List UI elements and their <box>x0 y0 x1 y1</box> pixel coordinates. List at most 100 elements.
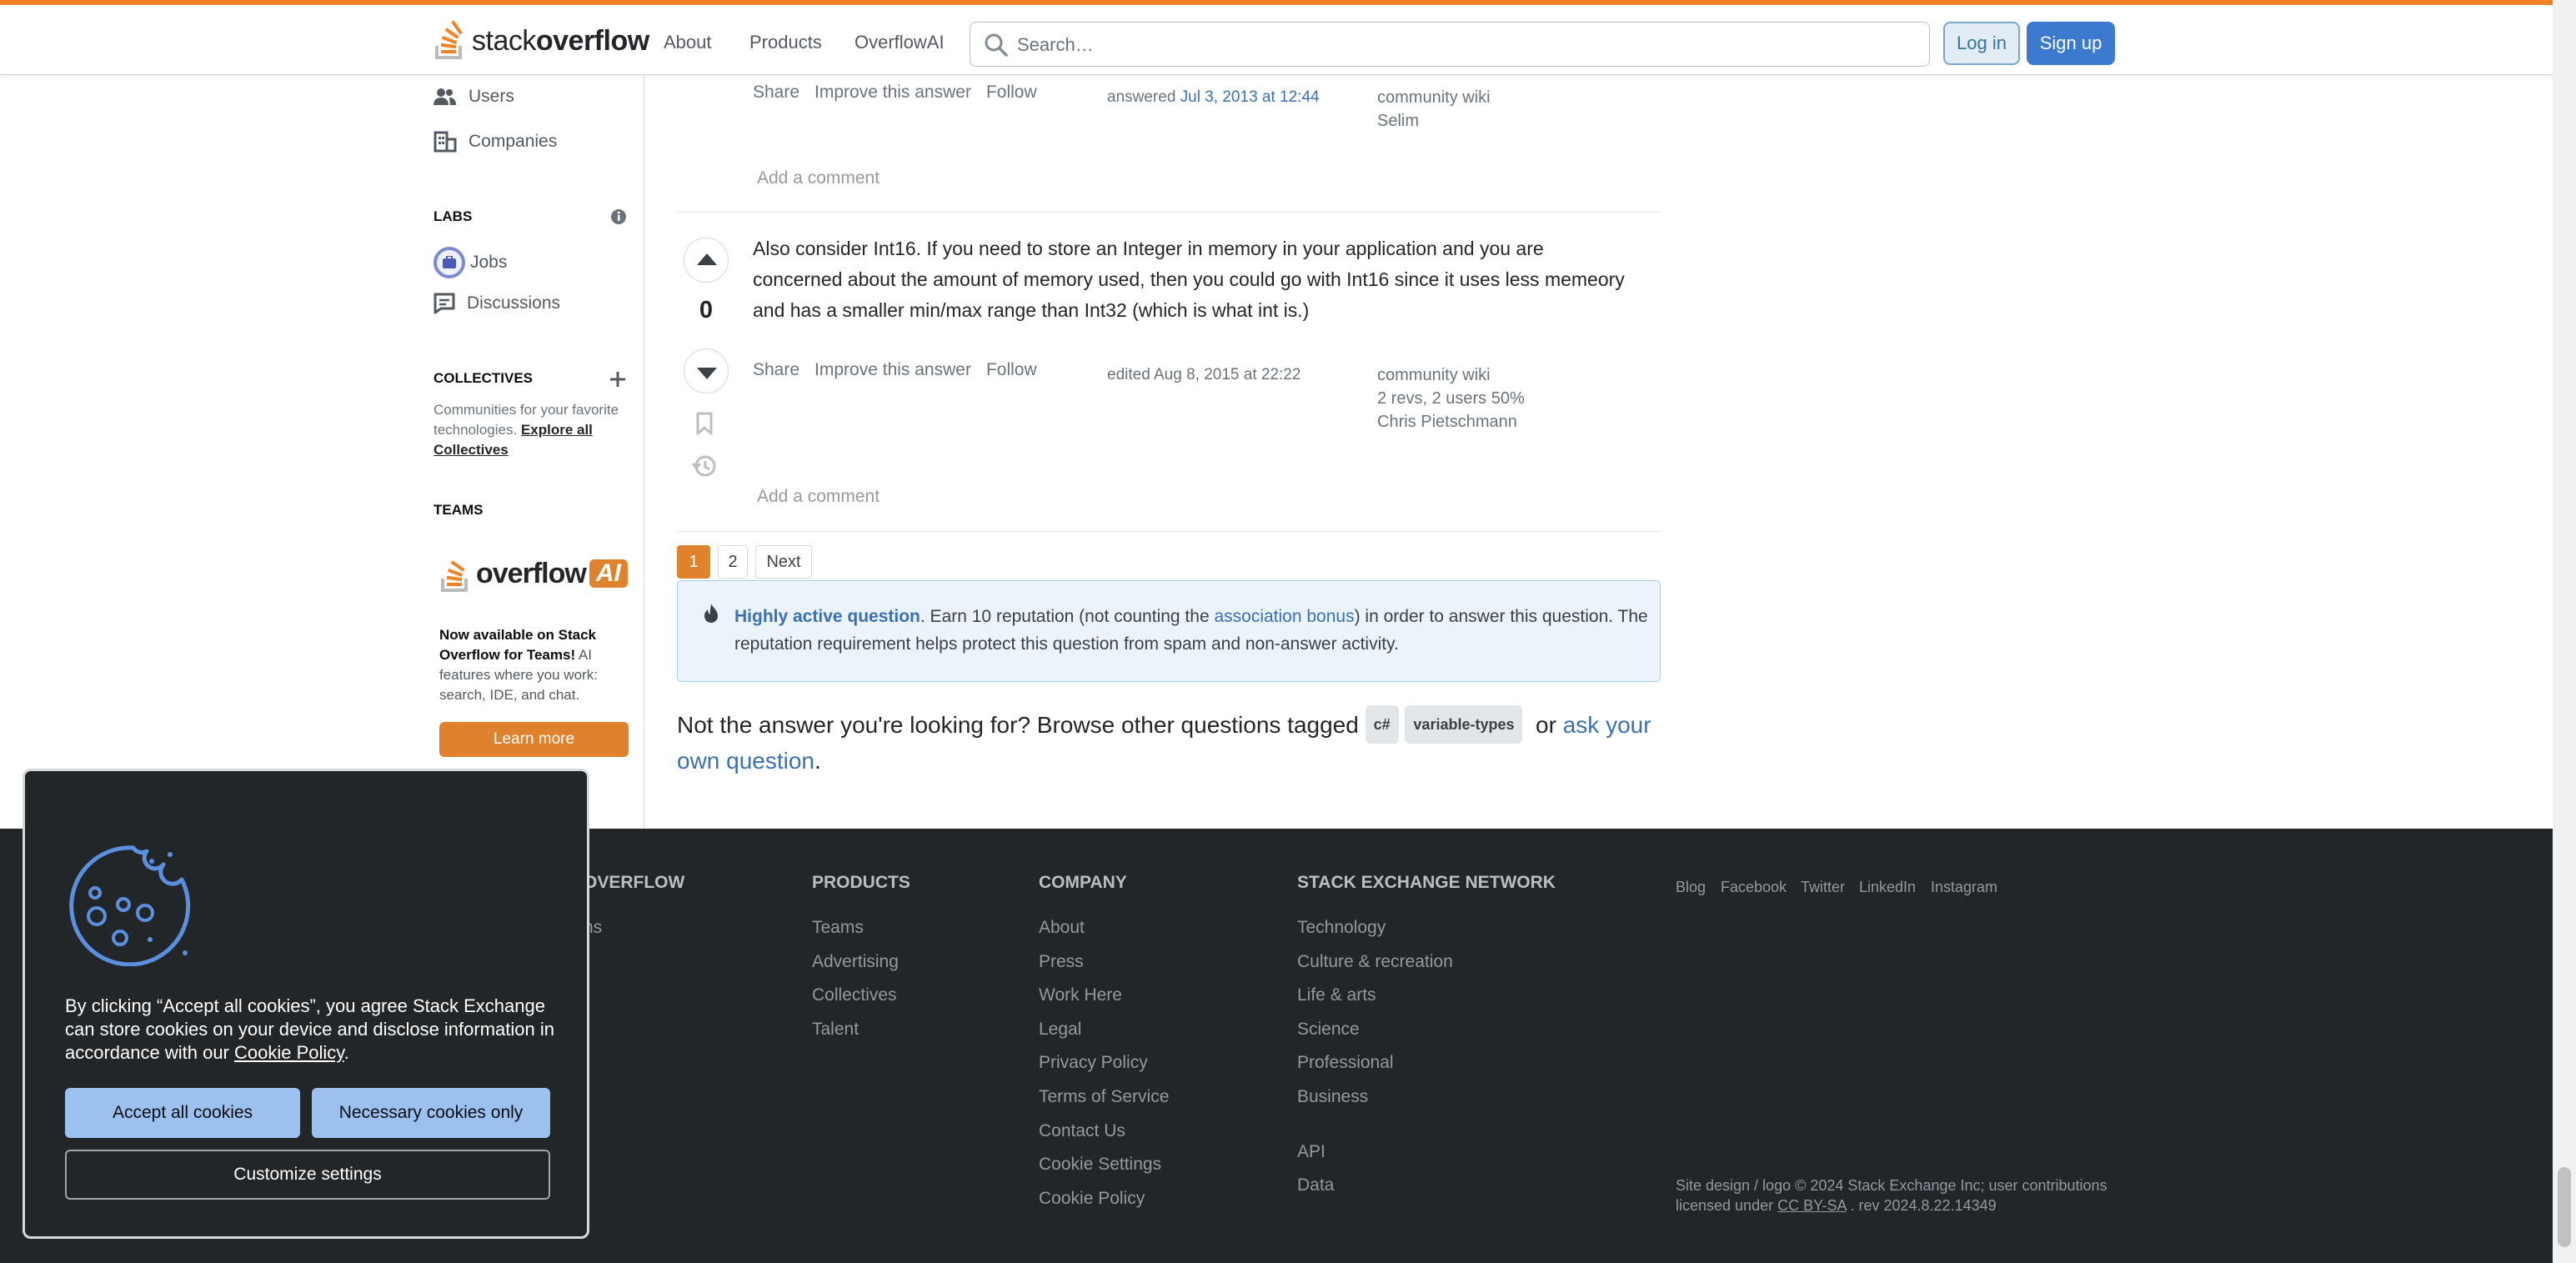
stack-logo-icon <box>441 560 468 592</box>
footer-link-data[interactable]: Data <box>1297 1175 1334 1195</box>
footer-link-api[interactable]: API <box>1297 1142 1326 1162</box>
footer-social-blog[interactable]: Blog <box>1676 879 1706 896</box>
collectives-heading: COLLECTIVES <box>434 370 534 386</box>
improve-answer-link[interactable]: Improve this answer <box>814 83 971 103</box>
upvote-button[interactable] <box>684 238 729 283</box>
sidebar-item-companies[interactable]: Companies <box>434 131 557 153</box>
footer-link-life-arts[interactable]: Life & arts <box>1297 985 1376 1005</box>
sidebar-item-discussions[interactable]: Discussions <box>434 293 560 314</box>
footer-link-work-here[interactable]: Work Here <box>1039 985 1122 1005</box>
arrow-down-icon <box>697 368 717 379</box>
footer-link-professional[interactable]: Professional <box>1297 1053 1394 1073</box>
plus-icon[interactable] <box>609 370 627 388</box>
notice-text: Highly active question. Earn 10 reputati… <box>734 607 1648 654</box>
sidebar-item-label: Jobs <box>470 253 508 272</box>
footer-link-business[interactable]: Business <box>1297 1087 1368 1107</box>
page-1-button[interactable]: 1 <box>677 545 710 579</box>
nav-overflowai[interactable]: OverflowAI <box>854 32 945 53</box>
building-icon <box>434 131 457 153</box>
arrow-up-icon <box>697 253 717 265</box>
tag-variable-types[interactable]: variable-types <box>1405 705 1523 744</box>
teams-heading: TEAMS <box>434 502 484 518</box>
footer-link-press[interactable]: Press <box>1039 952 1084 972</box>
login-button[interactable]: Log in <box>1943 22 2020 65</box>
footer-social-linkedin[interactable]: LinkedIn <box>1859 879 1916 896</box>
logo-text: stackoverflow <box>472 24 649 57</box>
revisions-link[interactable]: 2 revs, 2 users 50% <box>1377 387 1525 410</box>
tag-csharp[interactable]: c# <box>1365 705 1399 744</box>
downvote-button[interactable] <box>684 348 729 393</box>
bookmark-icon[interactable] <box>696 412 713 435</box>
follow-link[interactable]: Follow <box>986 83 1037 103</box>
footer-stackoverflow-heading: OVERFLOW <box>584 873 685 892</box>
sidebar-item-label: Companies <box>469 132 558 151</box>
footer-link-about[interactable]: About <box>1039 918 1085 938</box>
users-icon <box>434 88 456 105</box>
info-icon[interactable] <box>610 208 627 225</box>
search-placeholder: Search… <box>1017 34 1094 55</box>
answered-date-link[interactable]: Jul 3, 2013 at 12:44 <box>1180 88 1320 106</box>
highly-active-link[interactable]: Highly active question <box>734 607 920 626</box>
license-link[interactable]: CC BY-SA <box>1777 1197 1846 1214</box>
footer-link-collectives[interactable]: Collectives <box>812 985 897 1005</box>
footer-link-technology[interactable]: Technology <box>1297 918 1386 938</box>
scrollbar-track[interactable] <box>2553 0 2576 1263</box>
answer2-wiki: community wiki <box>1377 366 1491 384</box>
footer-social-twitter[interactable]: Twitter <box>1801 879 1845 896</box>
add-comment-link[interactable]: Add a comment <box>757 168 880 188</box>
footer-link-advertising[interactable]: Advertising <box>812 952 899 972</box>
cookie-text: By clicking “Accept all cookies”, you ag… <box>65 995 554 1063</box>
share-link[interactable]: Share <box>753 83 799 103</box>
cookie-policy-link[interactable]: Cookie Policy <box>234 1042 344 1063</box>
answer2-body: Also consider Int16. If you need to stor… <box>753 238 1625 321</box>
footer-link-privacy[interactable]: Privacy Policy <box>1039 1053 1148 1073</box>
stackoverflow-logo[interactable]: stackoverflow <box>434 18 649 63</box>
answer2-author[interactable]: Chris Pietschmann <box>1377 410 1517 434</box>
association-bonus-link[interactable]: association bonus <box>1214 607 1354 626</box>
search-input[interactable]: Search… <box>970 22 1930 67</box>
follow-link[interactable]: Follow <box>986 360 1037 380</box>
footer-link-teams[interactable]: Teams <box>812 918 864 938</box>
footer-link-cookie-policy[interactable]: Cookie Policy <box>1039 1189 1145 1209</box>
footer-products-heading: PRODUCTS <box>812 873 910 892</box>
learn-more-button[interactable]: Learn more <box>439 722 629 757</box>
customize-settings-button[interactable]: Customize settings <box>65 1150 550 1200</box>
footer-link-cookie-settings[interactable]: Cookie Settings <box>1039 1155 1161 1175</box>
footer-social-instagram[interactable]: Instagram <box>1931 879 1997 896</box>
answer1-author[interactable]: Selim <box>1377 109 1419 133</box>
sidebar-item-users[interactable]: Users <box>434 87 514 107</box>
footer-social-facebook[interactable]: Facebook <box>1721 879 1787 896</box>
sidebar-item-jobs[interactable]: Jobs <box>434 247 507 278</box>
labs-heading: LABS <box>434 208 473 224</box>
scrollbar-thumb[interactable] <box>2558 1167 2571 1247</box>
share-link[interactable]: Share <box>753 360 799 380</box>
fire-icon <box>704 604 718 623</box>
highly-active-notice: Highly active question. Earn 10 reputati… <box>677 580 1661 682</box>
nav-about[interactable]: About <box>664 32 712 53</box>
nav-products[interactable]: Products <box>749 32 822 53</box>
overflowai-promo-text: Now available on Stack Overflow for Team… <box>439 627 598 703</box>
necessary-cookies-button[interactable]: Necessary cookies only <box>312 1088 550 1138</box>
collectives-description: Communities for your favorite technologi… <box>434 402 619 458</box>
footer-link-talent[interactable]: Talent <box>812 1020 859 1040</box>
discussion-icon <box>434 293 455 314</box>
footer-link-terms[interactable]: Terms of Service <box>1039 1087 1169 1107</box>
accept-all-cookies-button[interactable]: Accept all cookies <box>65 1088 300 1138</box>
footer-copyright: Site design / logo © 2024 Stack Exchange… <box>1676 1177 2107 1194</box>
footer-link-science[interactable]: Science <box>1297 1020 1360 1040</box>
next-page-button[interactable]: Next <box>755 545 812 579</box>
answer2-actions: Share Improve this answer Follow <box>753 360 1037 380</box>
footer-link-contact[interactable]: Contact Us <box>1039 1121 1125 1141</box>
edited-date-link[interactable]: edited Aug 8, 2015 at 22:22 <box>1107 363 1301 387</box>
footer-link-culture[interactable]: Culture & recreation <box>1297 952 1453 972</box>
footer-company-heading: COMPANY <box>1039 873 1127 892</box>
add-comment-link[interactable]: Add a comment <box>757 487 880 507</box>
footer-link-legal[interactable]: Legal <box>1039 1020 1081 1040</box>
browse-other-questions: Not the answer you're looking for? Brows… <box>677 705 1669 779</box>
page-2-button[interactable]: 2 <box>718 545 748 579</box>
signup-button[interactable]: Sign up <box>2027 22 2115 65</box>
history-icon[interactable] <box>692 454 717 479</box>
improve-answer-link[interactable]: Improve this answer <box>814 360 971 380</box>
answer-divider <box>677 531 1661 532</box>
overflowai-logo: overflow AI <box>439 554 628 594</box>
